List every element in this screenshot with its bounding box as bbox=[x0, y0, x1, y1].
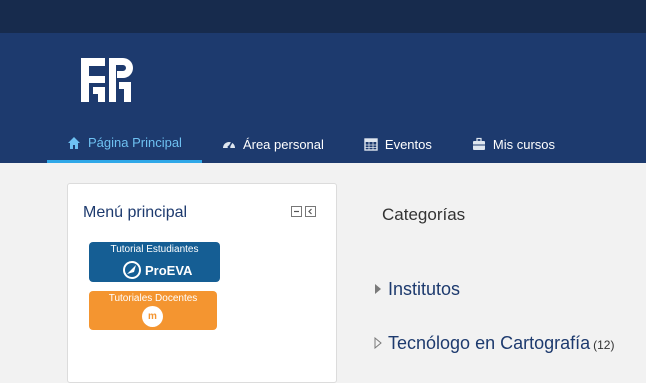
proeva-label: ProEVA bbox=[145, 262, 193, 278]
proeva-brand: ProEVA bbox=[122, 260, 192, 280]
tutorial-estudiantes-button[interactable]: Tutorial Estudiantes ProEVA bbox=[89, 242, 220, 282]
nav-eventos[interactable]: Eventos bbox=[344, 125, 452, 163]
category-count: (12) bbox=[593, 338, 615, 352]
nav-item-label: Eventos bbox=[384, 136, 432, 152]
nav-area-personal[interactable]: Área personal bbox=[202, 125, 344, 163]
category-name[interactable]: Tecnólogo en Cartografía bbox=[388, 333, 590, 354]
site-header: Página Principal Área personal Eventos M… bbox=[0, 33, 646, 163]
moodle-logo-icon: m bbox=[142, 306, 163, 327]
block-controls bbox=[291, 206, 316, 217]
expand-arrow-icon[interactable] bbox=[374, 336, 382, 352]
site-logo[interactable] bbox=[79, 52, 133, 106]
chevron-left-icon bbox=[308, 208, 312, 215]
calendar-icon bbox=[364, 137, 378, 151]
nav-pagina-principal[interactable]: Página Principal bbox=[47, 125, 202, 163]
nav-item-label: Área personal bbox=[242, 136, 324, 152]
home-icon bbox=[67, 136, 81, 150]
dashboard-icon bbox=[222, 137, 236, 151]
minus-icon bbox=[294, 210, 299, 213]
nav-item-label: Mis cursos bbox=[492, 136, 556, 152]
tutoriales-docentes-label: Tutoriales Docentes bbox=[108, 293, 198, 304]
tutoriales-docentes-button[interactable]: Tutoriales Docentes m bbox=[89, 291, 217, 330]
block-title: Menú principal bbox=[83, 204, 188, 221]
nav-item-label: Página Principal bbox=[88, 135, 182, 150]
expand-arrow-icon[interactable] bbox=[374, 283, 382, 298]
briefcase-icon bbox=[472, 137, 486, 151]
dock-block-button[interactable] bbox=[305, 206, 316, 217]
category-item-institutos[interactable]: Institutos bbox=[374, 279, 463, 300]
categories-title: Categorías bbox=[382, 205, 466, 224]
main-nav: Página Principal Área personal Eventos M… bbox=[47, 125, 575, 163]
category-item-tecnologo-cartografia[interactable]: Tecnólogo en Cartografía (12) bbox=[374, 333, 614, 354]
top-bar bbox=[0, 0, 646, 33]
main-menu-block: Menú principal Tutorial Estudiantes ProE… bbox=[67, 183, 337, 383]
collapse-block-button[interactable] bbox=[291, 206, 302, 217]
category-name[interactable]: Institutos bbox=[388, 279, 460, 300]
nav-mis-cursos[interactable]: Mis cursos bbox=[452, 125, 575, 163]
tutorial-estudiantes-label: Tutorial Estudiantes bbox=[110, 244, 199, 255]
proeva-logo-icon bbox=[123, 261, 141, 279]
